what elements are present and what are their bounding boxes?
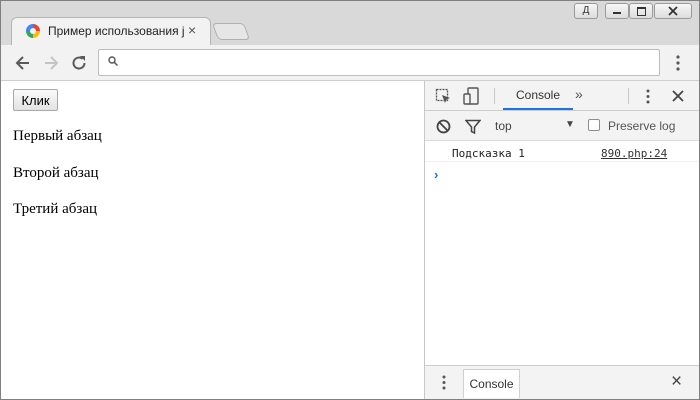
- tab-close-icon[interactable]: ×: [188, 22, 196, 38]
- close-window-button[interactable]: [654, 3, 692, 19]
- console-filterbar: top ▼ Preserve log: [425, 111, 699, 141]
- title-bar: Пример использования jQuery × Д: [1, 1, 699, 45]
- browser-window: Пример использования jQuery × Д: [0, 0, 700, 400]
- filter-icon[interactable]: [465, 119, 481, 134]
- close-icon: [668, 6, 678, 16]
- devtools-panel: Console » top ▼ Preserve log Подсказка 1…: [424, 81, 699, 399]
- search-icon: [108, 56, 118, 66]
- maximize-button[interactable]: [629, 3, 653, 19]
- console-message: Подсказка 1 890.php:24: [425, 144, 699, 162]
- devtools-drawer: Console ×: [425, 365, 699, 399]
- maximize-icon: [636, 7, 646, 16]
- tab-separator: [494, 88, 495, 104]
- browser-tab[interactable]: Пример использования jQuery ×: [11, 17, 211, 45]
- close-drawer-icon[interactable]: ×: [671, 372, 682, 391]
- address-bar[interactable]: [98, 49, 660, 76]
- address-input[interactable]: [125, 53, 649, 73]
- minimize-button[interactable]: [605, 3, 629, 19]
- tab-separator-2: [628, 88, 629, 104]
- console-prompt-icon[interactable]: ›: [434, 167, 438, 182]
- browser-toolbar: [1, 45, 699, 81]
- back-arrow-icon[interactable]: [13, 53, 33, 73]
- devtools-tabbar: Console »: [425, 81, 699, 111]
- reload-icon[interactable]: [69, 53, 89, 73]
- preserve-log-checkbox[interactable]: [588, 119, 600, 131]
- user-badge-label: Д: [582, 5, 590, 16]
- inspect-element-icon[interactable]: [435, 88, 452, 105]
- paragraph-2: Второй абзац: [13, 165, 99, 181]
- drawer-menu-icon[interactable]: [439, 374, 449, 391]
- tab-console[interactable]: Console: [503, 81, 573, 110]
- user-badge[interactable]: Д: [574, 3, 598, 19]
- page-content: Клик Первый абзац Второй абзац Третий аб…: [1, 81, 424, 399]
- menu-dots-icon[interactable]: [673, 53, 683, 73]
- console-message-text: Подсказка 1: [452, 147, 525, 160]
- clear-console-icon[interactable]: [436, 119, 451, 134]
- forward-arrow-icon[interactable]: [41, 53, 61, 73]
- chevron-down-icon[interactable]: ▼: [565, 119, 575, 130]
- click-button[interactable]: Клик: [13, 89, 58, 111]
- close-devtools-icon[interactable]: [672, 90, 684, 102]
- paragraph-3: Третий абзац: [13, 201, 98, 217]
- device-toolbar-icon[interactable]: [463, 87, 480, 105]
- drawer-tab-console[interactable]: Console: [463, 369, 520, 398]
- more-tabs-icon[interactable]: »: [575, 86, 583, 102]
- new-tab-button[interactable]: [211, 23, 251, 40]
- devtools-menu-icon[interactable]: [643, 88, 653, 105]
- console-source-link[interactable]: 890.php:24: [601, 147, 667, 160]
- preserve-log-label: Preserve log: [608, 119, 676, 133]
- favicon-icon: [26, 24, 40, 38]
- context-selector[interactable]: top: [495, 119, 512, 133]
- tab-title: Пример использования jQuery: [48, 24, 184, 38]
- minimize-icon: [613, 12, 621, 14]
- paragraph-1: Первый абзац: [13, 128, 102, 144]
